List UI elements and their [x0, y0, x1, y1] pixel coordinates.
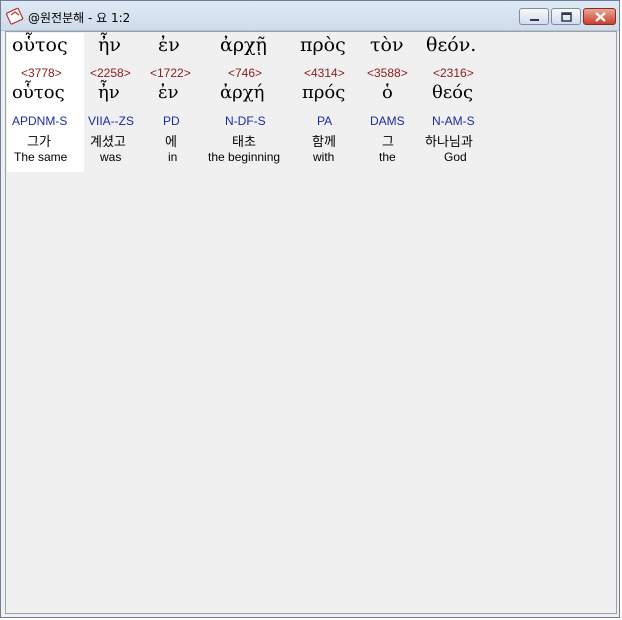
english-gloss: was: [100, 150, 122, 164]
english-gloss: the: [379, 150, 396, 164]
bible-app-icon: [6, 7, 24, 25]
title-bar[interactable]: @원전분해 - 요 1:2: [1, 1, 619, 31]
close-button[interactable]: [583, 8, 616, 25]
greek-lemma: οὗτος: [12, 82, 65, 103]
window-title: @원전분해 - 요 1:2: [28, 11, 131, 25]
greek-word: οὗτος: [12, 34, 68, 56]
maximize-icon: [561, 12, 572, 22]
greek-word: θεόν.: [426, 34, 477, 56]
morphology-code: APDNM-S: [12, 114, 68, 128]
greek-lemma: ἦν: [98, 82, 120, 103]
morphology-code: N-AM-S: [432, 114, 475, 128]
strong-number[interactable]: <1722>: [150, 66, 191, 80]
korean-gloss: 그가: [27, 135, 51, 150]
minimize-button[interactable]: [519, 8, 549, 25]
english-gloss: with: [313, 150, 335, 164]
greek-lemma: θεός: [432, 82, 474, 103]
strong-number[interactable]: <2258>: [90, 66, 131, 80]
strong-number[interactable]: <4314>: [304, 66, 345, 80]
strong-number[interactable]: <2316>: [433, 66, 474, 80]
greek-lemma: ἀρχή: [220, 82, 265, 103]
strong-number[interactable]: <3588>: [367, 66, 408, 80]
greek-word: τὸν: [370, 34, 404, 56]
english-gloss: The same: [14, 150, 68, 164]
korean-gloss: 태초: [232, 135, 256, 150]
morphology-code: VIIA--ZS: [88, 114, 135, 128]
korean-gloss: 함께: [312, 135, 336, 150]
korean-gloss: 계셨고: [90, 135, 126, 150]
greek-word: ἀρχῇ: [220, 34, 267, 56]
strong-number[interactable]: <3778>: [21, 66, 62, 80]
korean-gloss: 하나님과: [425, 135, 473, 150]
greek-word: ἦν: [98, 34, 121, 56]
greek-word: ἐν: [158, 34, 180, 56]
close-icon: [595, 12, 606, 22]
app-window: @원전분해 - 요 1:2 οὗτος <3778> οὗτος APDNM-S…: [0, 0, 620, 618]
greek-lemma: ὁ: [382, 82, 393, 103]
morphology-code: PA: [317, 114, 333, 128]
greek-lemma: ἐν: [158, 82, 179, 103]
morphology-code: PD: [163, 114, 180, 128]
korean-gloss: 에: [165, 135, 177, 150]
korean-gloss: 그: [382, 135, 394, 150]
greek-word: πρὸς: [300, 34, 346, 56]
english-gloss: in: [168, 150, 178, 164]
morphology-code: DAMS: [370, 114, 405, 128]
maximize-button[interactable]: [551, 8, 581, 25]
minimize-icon: [530, 19, 539, 21]
english-gloss: God: [444, 150, 467, 164]
strong-number[interactable]: <746>: [228, 66, 262, 80]
greek-lemma: πρός: [302, 82, 346, 103]
english-gloss: the beginning: [208, 150, 281, 164]
interlinear-panel[interactable]: οὗτος <3778> οὗτος APDNM-S 그가 The same ἦ…: [5, 31, 617, 614]
morphology-code: N-DF-S: [225, 114, 266, 128]
